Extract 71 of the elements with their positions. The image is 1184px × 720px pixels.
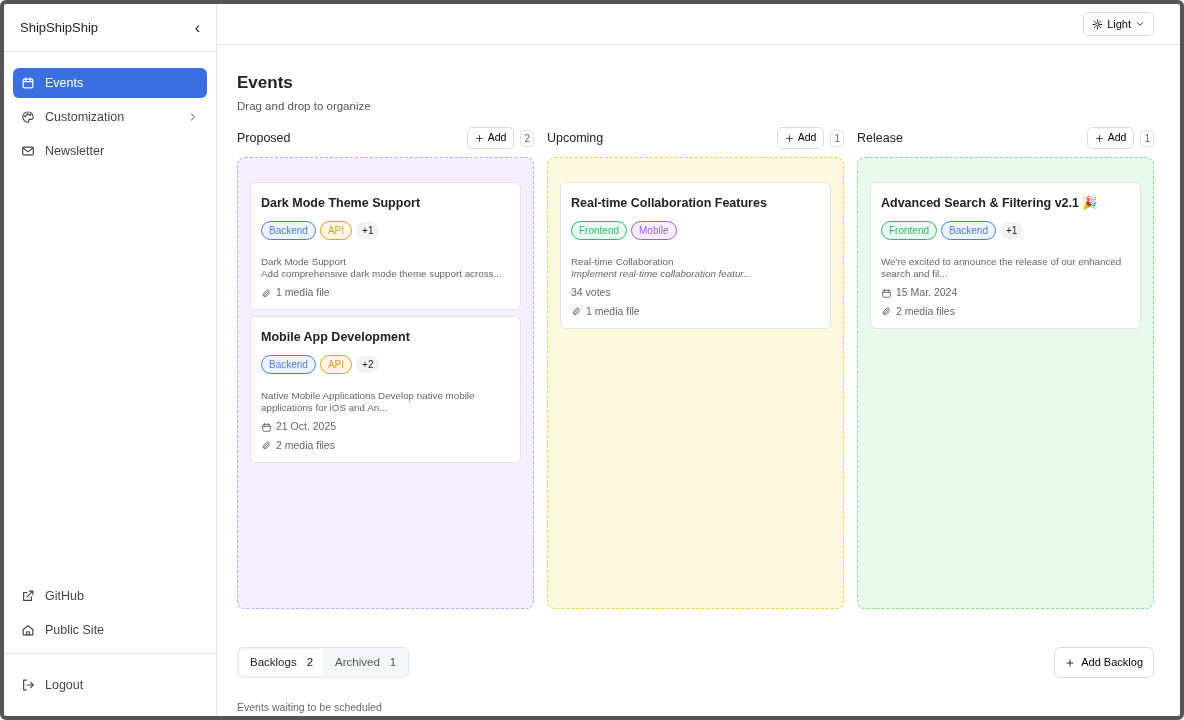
media-count: 1 media file	[586, 303, 640, 319]
column-title: Upcoming	[547, 129, 605, 147]
backlog-tab[interactable]: Backlogs 2	[240, 650, 324, 676]
plus-icon	[784, 133, 794, 143]
add-backlog-button[interactable]: Add Backlog	[1054, 647, 1154, 678]
count-badge: 1	[1140, 129, 1154, 147]
add-button[interactable]: Add	[466, 127, 515, 149]
add-button[interactable]: Add	[1086, 127, 1135, 149]
logout-button[interactable]: Logout	[13, 670, 207, 700]
tag: Backend	[261, 354, 316, 374]
card-title: Advanced Search & Filtering v2.1 🎉	[881, 195, 1100, 212]
paperclip-icon	[881, 306, 892, 318]
logout-icon	[21, 678, 35, 692]
palette-icon	[21, 110, 35, 124]
calendar-icon	[261, 421, 272, 433]
app-name: ShipShipShip	[20, 18, 99, 37]
tag: Backend	[261, 220, 316, 240]
collapse-button[interactable]: ‹	[194, 15, 200, 40]
sidebar-link[interactable]: GitHub	[13, 581, 207, 611]
more-tags-count: +1	[356, 221, 380, 239]
tag: Mobile	[631, 220, 677, 240]
sidebar-item[interactable]: Events	[13, 68, 207, 98]
media-count: 1 media file	[276, 285, 330, 301]
tag: Backend	[941, 220, 996, 240]
add-button[interactable]: Add	[776, 127, 825, 149]
card-title: Dark Mode Theme Support	[261, 195, 422, 212]
page-title: Events	[237, 72, 294, 95]
calendar-icon	[21, 76, 35, 90]
sidebar-item[interactable]: Customization	[13, 102, 207, 132]
column-title: Release	[857, 129, 904, 147]
card-title: Real-time Collaboration Features	[571, 195, 768, 212]
card-date: 15 Mar. 2024	[896, 285, 958, 301]
column-title: Proposed	[237, 129, 292, 147]
backlog-tab[interactable]: Archived 1	[325, 650, 407, 676]
house-icon	[21, 623, 35, 637]
event-card[interactable]: Advanced Search & Filtering v2.1 🎉 Frontend Backend +1 We're excited to announce the release of our enhanced search and fil... 15 Mar. 2024 2 media files	[870, 182, 1141, 329]
sun-icon	[1092, 18, 1104, 30]
page-subtitle: Drag and drop to organize	[237, 98, 372, 114]
plus-icon	[1065, 657, 1076, 668]
more-tags-count: +2	[356, 355, 380, 373]
sidebar-link[interactable]: Public Site	[13, 615, 207, 645]
media-count: 2 media files	[276, 437, 335, 453]
card-title: Mobile App Development	[261, 328, 411, 346]
plus-icon	[474, 133, 484, 143]
tag: Frontend	[881, 220, 938, 240]
count-badge: 2	[520, 129, 534, 147]
more-tags-count: +1	[999, 221, 1024, 239]
event-card[interactable]: Real-time Collaboration Features Frontend Mobile Real-time Collaboration Implement real-time collaboration featur... 34 votes 1 media file	[560, 182, 831, 329]
tag: Frontend	[571, 220, 628, 240]
backlog-description: Events waiting to be scheduled	[237, 700, 383, 716]
card-description: Real-time Collaboration Implement real-time collaboration featur...	[571, 255, 753, 282]
card-date: 21 Oct. 2025	[276, 419, 337, 435]
tag: API	[319, 220, 353, 240]
theme-dropdown[interactable]: Light	[1083, 11, 1154, 37]
plus-icon	[1094, 133, 1104, 143]
paperclip-icon	[571, 306, 582, 318]
envelope-icon	[21, 144, 35, 158]
event-card[interactable]: Dark Mode Theme Support Backend API +1 Dark Mode Support Add comprehensive dark mode theme support across... 1 media file	[250, 182, 521, 310]
card-description: Dark Mode Support Add comprehensive dark mode theme support across...	[261, 255, 503, 282]
card-description: We're excited to announce the release of our enhanced search and fil...	[881, 255, 1123, 282]
count-badge: 1	[830, 129, 844, 147]
paperclip-icon	[261, 287, 272, 299]
sidebar-item[interactable]: Newsletter	[13, 136, 207, 166]
external-link-icon	[21, 589, 35, 603]
media-count: 2 media files	[896, 303, 955, 319]
calendar-icon	[881, 287, 892, 299]
paperclip-icon	[261, 440, 272, 452]
event-card[interactable]: Mobile App Development Backend API +2 Native Mobile Applications Develop native mobile applications for iOS and An... 21 Oct. 2025 2 media files	[250, 315, 521, 463]
tag: API	[319, 354, 353, 374]
vote-count: 34 votes	[571, 285, 611, 301]
card-description: Native Mobile Applications Develop native mobile applications for iOS and An...	[261, 389, 476, 416]
